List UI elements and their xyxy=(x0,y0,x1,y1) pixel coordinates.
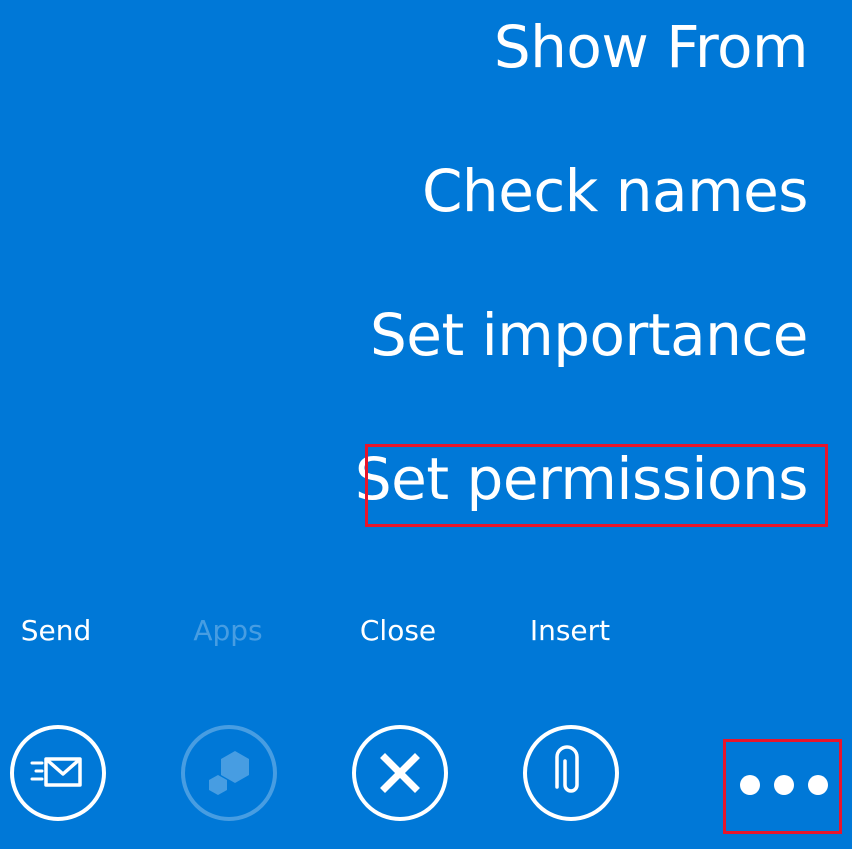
menu-item-check-names[interactable]: Check names xyxy=(422,156,809,226)
more-options-button[interactable] xyxy=(738,760,830,810)
more-ellipsis-icon xyxy=(740,775,760,795)
overflow-menu: Show From Check names Set importance Set… xyxy=(0,0,852,560)
apps-button xyxy=(181,725,277,821)
menu-item-show-from[interactable]: Show From xyxy=(494,12,809,82)
insert-label: Insert xyxy=(529,614,611,647)
more-ellipsis-icon xyxy=(808,775,828,795)
menu-item-set-importance[interactable]: Set importance xyxy=(370,300,809,370)
apps-hexagon-icon xyxy=(209,751,249,795)
menu-item-set-permissions[interactable]: Set permissions xyxy=(355,444,809,514)
insert-button[interactable] xyxy=(523,725,619,821)
close-button[interactable] xyxy=(352,725,448,821)
send-mail-icon xyxy=(30,757,82,787)
close-x-icon xyxy=(380,753,420,793)
send-label: Send xyxy=(20,614,92,647)
paperclip-icon xyxy=(555,745,579,793)
send-button[interactable] xyxy=(10,725,106,821)
close-label: Close xyxy=(359,614,437,647)
apps-label: Apps xyxy=(193,614,263,647)
more-ellipsis-icon xyxy=(774,775,794,795)
